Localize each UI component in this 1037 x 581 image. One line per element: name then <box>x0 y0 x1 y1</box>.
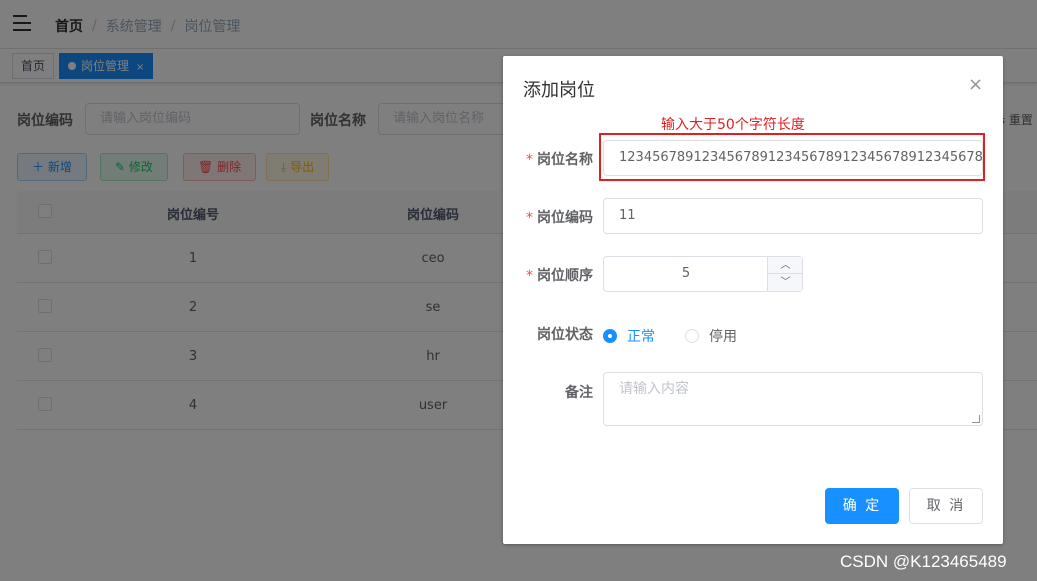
close-icon[interactable]: × <box>968 74 983 95</box>
status-radio-disabled[interactable]: 停用 <box>685 326 737 346</box>
required-mark: * <box>526 152 533 168</box>
post-status-label: 岗位状态 <box>537 327 593 343</box>
add-post-dialog: 添加岗位 × 输入大于50个字符长度 * 岗位名称 123456789123456… <box>503 56 1003 544</box>
post-name-label: * 岗位名称 <box>526 152 593 168</box>
post-sort-label: * 岗位顺序 <box>526 268 593 284</box>
required-mark: * <box>526 268 533 284</box>
chevron-down-icon[interactable]: ﹀ <box>768 274 803 291</box>
radio-checked-icon <box>603 329 617 343</box>
chevron-up-icon[interactable]: ︿ <box>768 257 803 274</box>
post-sort-stepper[interactable]: 5 ︿ ﹀ <box>603 256 803 292</box>
resize-handle-icon[interactable] <box>972 415 980 423</box>
status-radio-normal[interactable]: 正常 <box>603 326 655 346</box>
confirm-button[interactable]: 确 定 <box>825 488 899 524</box>
radio-unchecked-icon <box>685 329 699 343</box>
watermark: CSDN @K123465489 <box>840 552 1007 571</box>
post-code-label: * 岗位编码 <box>526 210 593 226</box>
post-sort-value[interactable]: 5 <box>604 257 768 291</box>
annotation-text: 输入大于50个字符长度 <box>661 117 805 133</box>
remark-textarea[interactable]: 请输入内容 <box>603 372 983 426</box>
required-mark: * <box>526 210 533 226</box>
remark-label: 备注 <box>565 385 593 401</box>
post-code-input[interactable]: 11 <box>603 198 983 234</box>
post-name-input[interactable]: 1234567891234567891234567891234567891234… <box>603 140 983 176</box>
cancel-button[interactable]: 取 消 <box>909 488 983 524</box>
dialog-title: 添加岗位 <box>523 80 595 101</box>
